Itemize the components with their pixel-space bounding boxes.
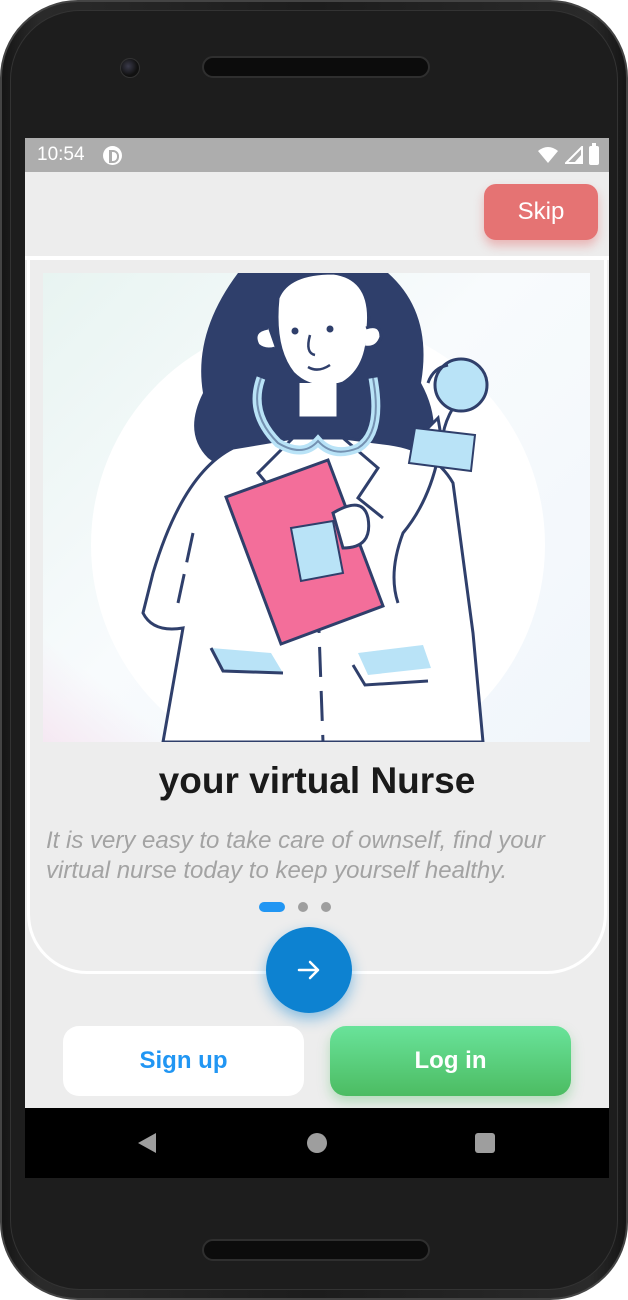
circle-home-icon[interactable] <box>307 1133 327 1153</box>
bottom-speaker <box>202 1239 430 1261</box>
page-dot-active[interactable] <box>259 902 285 912</box>
square-recents-icon[interactable] <box>475 1133 495 1153</box>
status-bar: 10:54 <box>25 138 609 172</box>
battery-icon <box>589 142 599 165</box>
onboarding-description: It is very easy to take care of ownself,… <box>46 827 545 884</box>
status-indicators <box>537 142 599 166</box>
cellular-signal-icon <box>565 146 583 164</box>
next-button[interactable] <box>266 927 352 1013</box>
arrow-right-icon <box>297 960 320 980</box>
front-camera <box>120 58 140 78</box>
page-dot[interactable] <box>321 902 331 912</box>
wifi-icon <box>538 147 558 163</box>
app-screen: 10:54 Skip your virtual Nurse It is very… <box>25 138 609 1178</box>
status-time: 10:54 <box>37 144 85 165</box>
sign-up-button[interactable]: Sign up <box>63 1026 304 1096</box>
onboarding-title: your virtual Nurse <box>158 760 476 801</box>
top-bar: Skip <box>25 172 609 256</box>
skip-button[interactable]: Skip <box>484 184 598 240</box>
nurse-illustration <box>43 273 590 742</box>
notification-app-icon <box>103 146 122 165</box>
top-speaker <box>202 56 430 78</box>
triangle-back-icon[interactable] <box>137 1132 157 1154</box>
page-dot[interactable] <box>298 902 308 912</box>
page-indicator <box>259 902 331 912</box>
nurse-drawing <box>43 273 545 742</box>
system-nav-bar <box>25 1108 609 1178</box>
phone-frame: 10:54 Skip your virtual Nurse It is very… <box>0 0 628 1300</box>
log-in-button[interactable]: Log in <box>330 1026 571 1096</box>
